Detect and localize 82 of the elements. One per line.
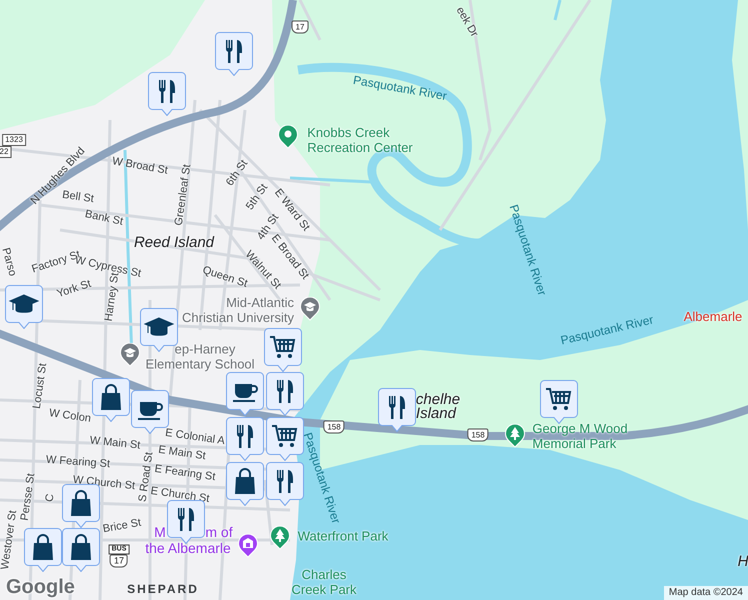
route-shield: 158 — [467, 428, 489, 442]
map-marker[interactable] — [226, 417, 264, 461]
place-label: chelhe Island — [416, 393, 460, 421]
tree-pin-icon[interactable] — [505, 424, 525, 448]
map-marker[interactable] — [226, 372, 264, 416]
street-label: York St — [55, 276, 93, 302]
coffee-cup-icon — [138, 402, 163, 420]
street-label: Bank St — [84, 207, 124, 229]
location-pin-icon[interactable] — [278, 125, 298, 149]
place-label: Elementary School — [145, 356, 255, 372]
route-shield: 22 — [0, 146, 12, 158]
map-marker[interactable] — [24, 528, 62, 572]
tree-pin-icon[interactable] — [270, 526, 290, 550]
route-shield: 17 — [110, 554, 128, 568]
shopping-bag-icon — [71, 534, 91, 560]
street-label: W Fearing St — [46, 452, 110, 472]
graduation-cap-pin-icon[interactable] — [300, 297, 320, 321]
street-label: Queen St — [200, 264, 249, 291]
graduation-cap-pin-icon[interactable] — [120, 343, 140, 367]
street-label: E Fearing St — [154, 462, 216, 484]
street-label: Brice St — [102, 516, 142, 536]
fork-knife-icon — [178, 508, 194, 531]
museum-label: M — [154, 524, 166, 540]
map-logo[interactable]: Google — [6, 576, 75, 598]
graduation-cap-icon — [144, 318, 174, 336]
street-label: C — [42, 492, 58, 504]
park-label: Charles Creek Park — [291, 567, 357, 597]
fork-knife-icon — [277, 470, 293, 493]
street-label: Westover St — [0, 509, 20, 571]
map-marker[interactable] — [266, 462, 304, 506]
street-label: Parso — [0, 246, 20, 278]
map-marker[interactable] — [62, 528, 100, 572]
park-label: Waterfront Park — [298, 528, 388, 544]
map-marker[interactable] — [167, 500, 205, 544]
shopping-cart-icon — [545, 388, 572, 410]
place-label: H — [738, 555, 748, 569]
district-label: SHEPARD — [127, 582, 199, 596]
street-label: Greenleaf St — [172, 163, 194, 227]
map-marker[interactable] — [226, 462, 264, 506]
graduation-cap-icon — [10, 294, 38, 313]
museum-label: the Albemarle — [145, 540, 231, 556]
building-pin-icon[interactable] — [238, 534, 258, 558]
shopping-bag-icon — [33, 534, 53, 560]
coffee-cup-icon — [233, 384, 258, 402]
shopping-bag-icon — [71, 490, 91, 516]
map-marker[interactable] — [266, 417, 304, 461]
park-label: George M Wood Memorial Park — [532, 421, 628, 451]
museum-label: m of — [205, 524, 233, 540]
street-label: eek Dr — [452, 4, 482, 40]
map-marker[interactable] — [215, 32, 253, 76]
fork-knife-icon — [389, 396, 405, 419]
fork-knife-icon — [159, 80, 175, 103]
map-attribution: Map data ©2024 — [664, 586, 748, 600]
street-label: Persse St — [18, 472, 38, 522]
place-label: Mid-Atlantic Christian University — [182, 295, 294, 325]
map-marker[interactable] — [266, 372, 304, 416]
route-shield: 17 — [292, 20, 308, 34]
map-marker[interactable] — [92, 378, 130, 422]
street-label: E Church St — [150, 484, 210, 506]
place-label: Reed Island — [134, 236, 214, 250]
street-label: W Broad St — [111, 154, 169, 178]
fork-knife-icon — [237, 425, 253, 448]
map-marker[interactable] — [148, 72, 186, 116]
fork-knife-icon — [226, 40, 242, 63]
street-label: Locust St — [30, 362, 50, 410]
street-label: Harney St — [102, 272, 122, 322]
shopping-cart-icon — [269, 336, 296, 358]
street-label: W Church St — [72, 472, 136, 494]
shopping-bag-icon — [235, 468, 255, 494]
route-shield: 1323 — [2, 134, 26, 146]
street-label: W Main St — [89, 433, 141, 453]
shopping-bag-icon — [101, 384, 121, 410]
place-label: ep-Harney — [174, 342, 236, 356]
shopping-cart-icon — [271, 425, 298, 447]
map-marker[interactable] — [264, 328, 302, 372]
street-label: W Colon — [48, 406, 92, 426]
park-label: Knobbs Creek Recreation Center — [307, 125, 413, 155]
map-marker[interactable] — [5, 285, 43, 329]
fork-knife-icon — [277, 380, 293, 403]
water-label: Pasquotank River — [352, 72, 448, 104]
city-label: Albemarle — [684, 310, 742, 324]
route-shield: 158 — [323, 420, 345, 434]
